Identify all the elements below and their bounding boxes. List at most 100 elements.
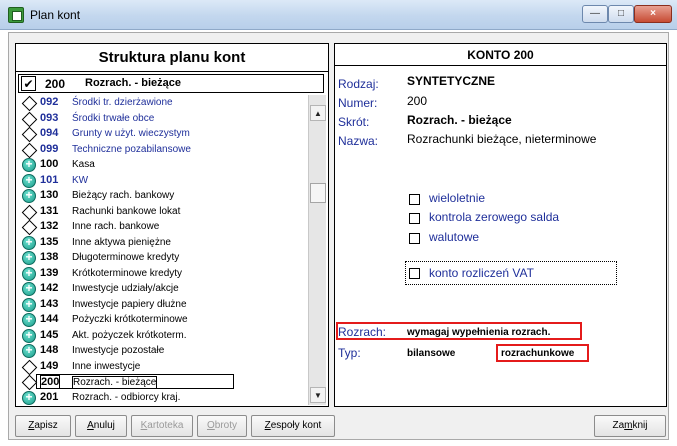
expand-plus-icon[interactable] [22,390,36,405]
obroty-button[interactable]: Obroty [197,415,247,437]
rodzaj-value: SYNTETYCZNE [407,74,496,88]
check-icon[interactable]: ✔ [21,76,36,91]
account-name: Techniczne pozabilansowe [72,144,191,155]
kartoteka-button[interactable]: Kartoteka [131,415,193,437]
account-number: 143 [40,298,59,310]
selected-account-name: Rozrach. - bieżące [85,77,181,89]
account-number: 100 [40,158,59,170]
expand-plus-icon[interactable] [22,297,36,312]
minimize-button[interactable]: — [582,5,608,23]
account-name: Długoterminowe kredyty [72,252,180,263]
numer-label: Numer: [338,96,378,110]
window-client: Struktura planu kont ✔ 200 Rozrach. - bi… [8,32,669,440]
account-list-item[interactable]: 144 Pożyczki krótkoterminowe [18,312,306,328]
vat-label: konto rozliczeń VAT [429,266,534,280]
account-name: Inne aktywa pieniężne [72,237,171,248]
expand-plus-icon[interactable] [22,312,36,327]
typ-rozrachunkowe[interactable]: rozrachunkowe [501,348,574,359]
scroll-up-icon[interactable]: ▲ [310,105,326,121]
account-list-item[interactable]: 200 Rozrach. - bieżące [18,374,306,390]
rodzaj-label: Rodzaj: [338,77,379,91]
typ-label: Typ: [338,346,361,360]
window-title: Plan kont [30,8,81,22]
maximize-icon: □ [617,8,625,19]
leaf-diamond-icon [22,360,36,374]
title-bar: Plan kont — □ × [0,0,677,30]
zespoly-kont-button[interactable]: Zespoły kont [251,415,335,437]
account-list-item[interactable]: 101 KW [18,173,306,189]
kontrola-salda-checkbox[interactable] [409,213,420,224]
account-name: Krótkoterminowe kredyty [72,268,183,279]
skrot-value: Rozrach. - bieżące [407,113,512,127]
account-tree-title: Struktura planu kont [16,44,328,72]
account-number: 149 [40,360,59,372]
expand-plus-icon[interactable] [22,266,36,281]
account-number: 135 [40,236,59,248]
account-list-item[interactable]: 099 Techniczne pozabilansowe [18,142,306,158]
account-list[interactable]: 092 Środki tr. dzierżawione 093 Środki trwa… [18,95,306,405]
account-number: 099 [40,143,59,155]
expand-plus-icon[interactable] [22,328,36,343]
account-list-item[interactable]: 100 Kasa [18,157,306,173]
wieloletnie-label: wieloletnie [429,191,486,205]
expand-plus-icon[interactable] [22,235,36,250]
app-icon [8,7,24,23]
skrot-label: Skrót: [338,115,370,129]
zapisz-button[interactable]: Zapisz [15,415,71,437]
account-number: 200 [40,375,61,389]
wieloletnie-checkbox[interactable] [409,194,420,205]
account-number: 138 [40,251,59,263]
leaf-diamond-icon [22,96,36,110]
expand-plus-icon[interactable] [22,173,36,188]
anuluj-button[interactable]: Anuluj [75,415,127,437]
expand-plus-icon[interactable] [22,157,36,172]
account-list-item[interactable]: 135 Inne aktywa pieniężne [18,235,306,251]
account-list-scrollbar[interactable]: ▲ ▼ [308,95,326,405]
scroll-thumb[interactable] [310,183,326,203]
expand-plus-icon[interactable] [22,250,36,265]
close-icon: × [650,8,656,19]
account-list-item[interactable]: 142 Inwestycje udziały/akcje [18,281,306,297]
account-list-item[interactable]: 130 Bieżący rach. bankowy [18,188,306,204]
walutowe-checkbox[interactable] [409,233,420,244]
account-number: 093 [40,112,59,124]
account-list-item[interactable]: 201 Rozrach. - odbiorcy kraj. [18,390,306,405]
leaf-diamond-icon [22,375,36,389]
account-number: 092 [40,96,59,108]
zamknij-button[interactable]: Zamknij [594,415,666,437]
account-list-item[interactable]: 092 Środki tr. dzierżawione [18,95,306,111]
close-button[interactable]: × [634,5,672,23]
kontrola-salda-label: kontrola zerowego salda [429,210,560,224]
account-number: 142 [40,282,59,294]
account-list-item[interactable]: 094 Grunty w użyt. wieczystym [18,126,306,142]
account-number: 144 [40,313,59,325]
rozrach-value[interactable]: wymagaj wypełnienia rozrach. [407,327,550,338]
account-number: 132 [40,220,59,232]
account-name: Inwestycje udziały/akcje [72,283,179,294]
account-details-title: KONTO 200 [335,44,666,66]
leaf-diamond-icon [22,112,36,126]
account-list-item[interactable]: 139 Krótkoterminowe kredyty [18,266,306,282]
account-list-item[interactable]: 143 Inwestycje papiery dłużne [18,297,306,313]
expand-plus-icon[interactable] [22,281,36,296]
maximize-button[interactable]: □ [608,5,634,23]
account-list-item[interactable]: 131 Rachunki bankowe lokat [18,204,306,220]
account-name: Pożyczki krótkoterminowe [72,314,188,325]
account-list-item[interactable]: 138 Długoterminowe kredyty [18,250,306,266]
scroll-down-icon[interactable]: ▼ [310,387,326,403]
account-name: Środki trwałe obce [72,113,155,124]
leaf-diamond-icon [22,127,36,141]
account-list-item[interactable]: 149 Inne inwestycje [18,359,306,375]
account-number: 094 [40,127,59,139]
account-list-item[interactable]: 093 Środki trwałe obce [18,111,306,127]
selected-account-bar[interactable]: ✔ 200 Rozrach. - bieżące [18,74,324,93]
account-list-item[interactable]: 145 Akt. pożyczek krótkoterm. [18,328,306,344]
account-list-item[interactable]: 132 Inne rach. bankowe [18,219,306,235]
expand-plus-icon[interactable] [22,188,36,203]
expand-plus-icon[interactable] [22,343,36,358]
typ-bilansowe[interactable]: bilansowe [407,348,455,359]
leaf-diamond-icon [22,143,36,157]
account-name: Akt. pożyczek krótkoterm. [72,330,187,341]
vat-checkbox[interactable] [409,268,420,279]
account-list-item[interactable]: 148 Inwestycje pozostałe [18,343,306,359]
